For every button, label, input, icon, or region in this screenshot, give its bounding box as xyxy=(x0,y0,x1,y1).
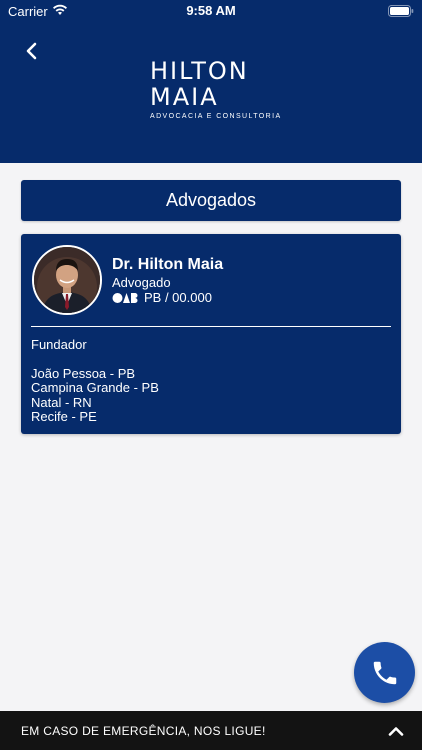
logo-line-2: MAIA xyxy=(150,83,219,111)
chevron-up-icon[interactable] xyxy=(388,726,404,736)
logo-line-1: HILTON xyxy=(150,57,249,85)
back-button[interactable] xyxy=(22,40,42,62)
status-bar: Carrier 9:58 AM xyxy=(0,0,422,22)
oab-number: PB / 00.000 xyxy=(144,290,212,305)
lawyer-photo xyxy=(34,247,100,313)
divider xyxy=(31,326,391,327)
lawyer-card[interactable]: Dr. Hilton Maia Advogado PB / 00.000 Fun… xyxy=(21,234,401,434)
lawyer-name: Dr. Hilton Maia xyxy=(112,256,224,273)
lawyer-role: Advogado xyxy=(112,275,171,290)
location-item: Natal - RN xyxy=(31,394,92,410)
oab-icon xyxy=(112,292,138,303)
company-logo: HILTON MAIA ADVOCACIA E CONSULTORIA xyxy=(150,58,280,120)
emergency-bar[interactable]: EM CASO DE EMERGÊNCIA, NOS LIGUE! xyxy=(0,711,422,750)
battery-icon xyxy=(388,5,414,17)
section-title: Advogados xyxy=(21,180,401,221)
phone-icon xyxy=(373,661,396,684)
location-item: Campina Grande - PB xyxy=(31,380,159,395)
location-item: João Pessoa - PB xyxy=(31,365,136,381)
logo-tagline: ADVOCACIA E CONSULTORIA xyxy=(150,113,282,120)
location-item: Recife - PE xyxy=(31,409,97,424)
lawyer-details: Fundador João Pessoa - PB Campina Grande… xyxy=(31,337,159,425)
emergency-label: EM CASO DE EMERGÊNCIA, NOS LIGUE! xyxy=(21,723,266,738)
call-button[interactable] xyxy=(354,642,415,703)
status-time: 9:58 AM xyxy=(186,3,236,18)
avatar xyxy=(32,245,102,315)
oab-row: PB / 00.000 xyxy=(112,290,212,305)
lawyer-position: Fundador xyxy=(31,337,87,352)
app-header: Carrier 9:58 AM HILTON MAIA ADVOCACIA E … xyxy=(0,0,422,163)
